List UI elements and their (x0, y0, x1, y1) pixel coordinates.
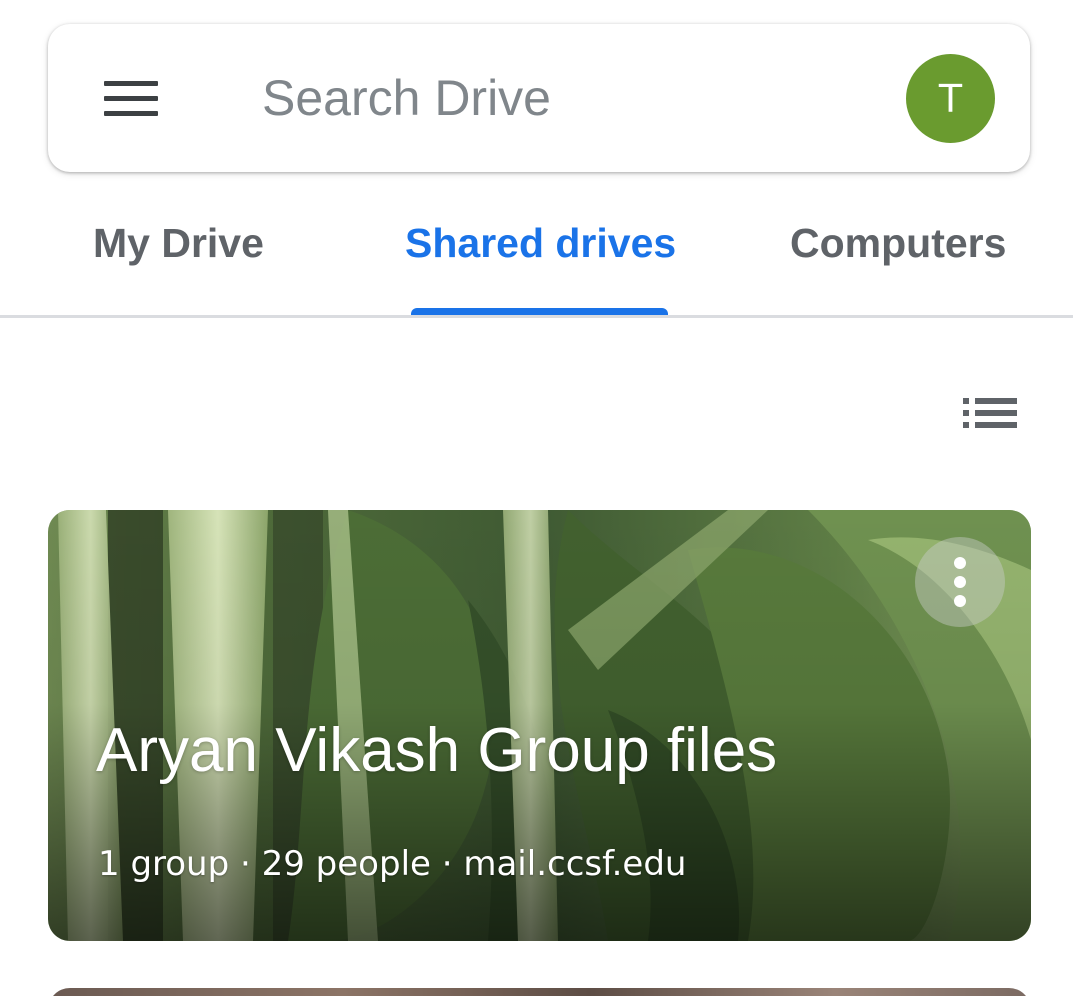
search-bar: T (48, 24, 1030, 172)
menu-line (104, 111, 158, 116)
list-bullet (963, 422, 969, 428)
account-avatar[interactable]: T (906, 54, 995, 143)
list-line (975, 410, 1017, 416)
more-dot (954, 576, 966, 588)
list-bullet (963, 398, 969, 404)
more-dot (954, 557, 966, 569)
drive-tabs: My Drive Shared drives Computers (0, 190, 1073, 318)
more-vert-icon[interactable] (915, 537, 1005, 627)
shared-drive-name: Aryan Vikash Group files (96, 716, 778, 785)
tab-shared-drives[interactable]: Shared drives (405, 220, 676, 280)
list-line (975, 398, 1017, 404)
list-bullet (963, 410, 969, 416)
menu-line (104, 81, 158, 86)
drive-app-screen: T My Drive Shared drives Computers (0, 0, 1073, 996)
shared-drive-details: 1 group · 29 people · mail.ccsf.edu (98, 844, 687, 884)
menu-line (104, 96, 158, 101)
search-input[interactable] (262, 62, 862, 134)
shared-drive-card[interactable]: Aryan Vikash Group files 1 group · 29 pe… (48, 510, 1031, 941)
tab-computers[interactable]: Computers (790, 220, 1006, 280)
tab-my-drive[interactable]: My Drive (93, 220, 264, 280)
hamburger-menu-icon[interactable] (96, 72, 166, 124)
tabs-divider (0, 315, 1073, 318)
shared-drive-card-next[interactable] (48, 988, 1031, 996)
list-view-icon[interactable] (955, 390, 1025, 438)
list-line (975, 422, 1017, 428)
more-dot (954, 595, 966, 607)
